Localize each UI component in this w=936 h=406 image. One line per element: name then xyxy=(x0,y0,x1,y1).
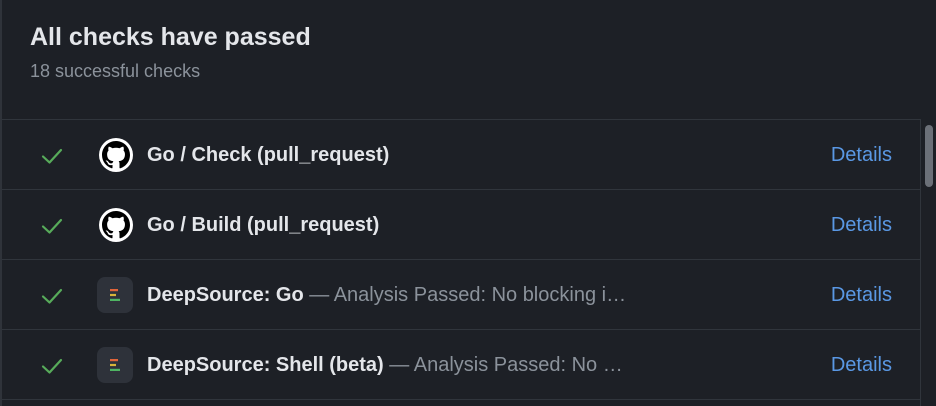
scrollbar-thumb[interactable] xyxy=(925,125,933,187)
details-link[interactable]: Details xyxy=(831,330,892,400)
checks-panel: All checks have passed 18 successful che… xyxy=(0,0,936,406)
check-name: DeepSource: Go xyxy=(147,284,304,306)
check-name: Go / Build (pull_request) xyxy=(147,214,380,236)
details-link[interactable]: Details xyxy=(831,190,892,260)
details-link[interactable]: Details xyxy=(831,120,892,190)
details-link[interactable]: Details xyxy=(831,260,892,330)
checks-header: All checks have passed 18 successful che… xyxy=(30,22,311,82)
check-row: DeepSource: Go — Analysis Passed: No blo… xyxy=(2,260,920,330)
github-icon xyxy=(99,208,133,242)
deepsource-icon xyxy=(97,277,133,313)
checks-title: All checks have passed xyxy=(30,23,311,51)
github-icon xyxy=(99,138,133,172)
checks-subtitle: 18 successful checks xyxy=(30,61,201,81)
check-description: — Analysis Passed: No blocking i… xyxy=(303,284,627,306)
check-icon xyxy=(41,148,63,164)
check-icon xyxy=(41,288,63,304)
check-icon xyxy=(41,218,63,234)
check-description: — Analysis Passed: No … xyxy=(383,354,623,376)
check-row: DeepSource: Shell (beta) — Analysis Pass… xyxy=(2,330,920,400)
check-name: Go / Check (pull_request) xyxy=(147,144,390,166)
check-row: Go / Build (pull_request) Details xyxy=(2,190,920,260)
checks-list: Go / Check (pull_request) Details Go / B… xyxy=(2,119,920,400)
check-icon xyxy=(41,358,63,374)
check-name: DeepSource: Shell (beta) xyxy=(147,354,384,376)
check-row: Go / Check (pull_request) Details xyxy=(2,120,920,190)
deepsource-icon xyxy=(97,347,133,383)
checks-scrollbar[interactable] xyxy=(920,119,936,406)
